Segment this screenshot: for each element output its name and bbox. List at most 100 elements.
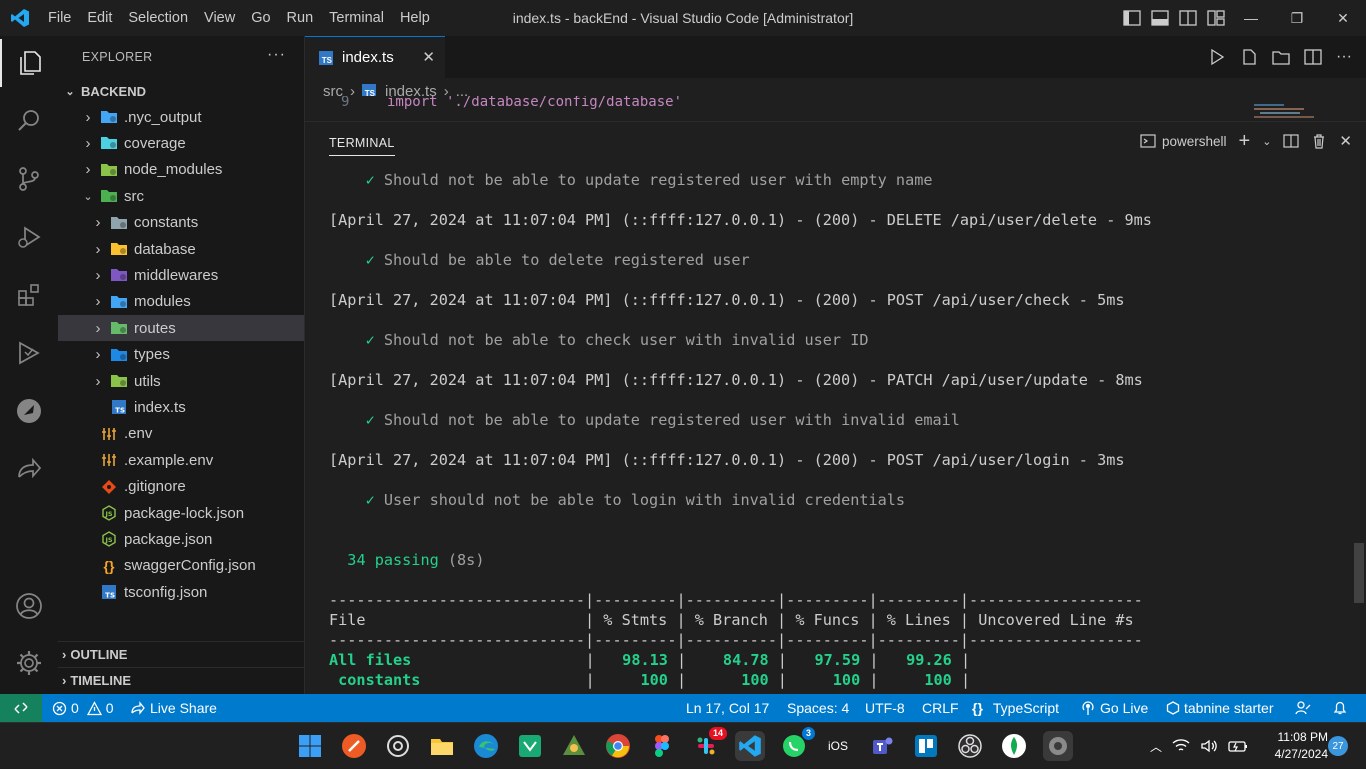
go-live-button[interactable]: Go Live (1080, 694, 1148, 722)
run-debug-icon[interactable] (0, 213, 58, 261)
terminal-scrollbar[interactable] (1354, 543, 1364, 603)
toggle-secondary-sidebar-icon[interactable] (1178, 8, 1198, 28)
menu-file[interactable]: File (40, 0, 79, 36)
notification-count-badge[interactable]: 27 (1328, 736, 1348, 756)
app-recycle-icon[interactable] (559, 731, 589, 761)
chevron-up-icon[interactable]: ︿ (1150, 738, 1162, 755)
explorer-item[interactable]: › modules (58, 289, 304, 315)
tab-terminal[interactable]: TERMINAL (329, 136, 395, 156)
live-share-icon[interactable] (0, 445, 58, 493)
workspace-root[interactable]: ⌄ BACKEND (58, 78, 304, 104)
explorer-item[interactable]: .example.env (58, 447, 304, 473)
wifi-icon[interactable] (1172, 738, 1190, 754)
new-file-icon[interactable] (1240, 48, 1258, 66)
explorer-item[interactable]: › routes (58, 315, 304, 342)
terminal-output[interactable]: ✓ Should not be able to update registere… (329, 170, 1349, 695)
explorer-item[interactable]: .gitignore (58, 474, 304, 500)
language-mode[interactable]: {} TypeScript (972, 694, 1059, 722)
close-window-icon[interactable]: ✕ (1320, 0, 1366, 36)
outline-section[interactable]: › OUTLINE (58, 641, 304, 667)
slack-icon[interactable]: 14 (691, 727, 727, 761)
explorer-item[interactable]: › node_modules (58, 157, 304, 183)
minimap[interactable] (1250, 100, 1340, 120)
vscode-taskbar-icon[interactable] (735, 731, 765, 761)
explorer-item[interactable]: › types (58, 342, 304, 368)
search-icon[interactable] (0, 97, 58, 145)
explorer-item[interactable]: › database (58, 236, 304, 262)
more-actions-icon[interactable]: ··· (267, 46, 286, 64)
toggle-panel-icon[interactable] (1150, 8, 1170, 28)
encoding[interactable]: UTF-8 (865, 694, 905, 722)
indentation[interactable]: Spaces: 4 (787, 694, 849, 722)
end-of-line[interactable]: CRLF (922, 694, 959, 722)
testing-icon[interactable] (0, 329, 58, 377)
taskbar-clock[interactable]: 11:08 PM 4/27/2024 (1258, 729, 1328, 763)
menu-edit[interactable]: Edit (79, 0, 120, 36)
run-code-icon[interactable] (1208, 48, 1226, 66)
manage-gear-icon[interactable] (0, 639, 58, 687)
new-terminal-icon[interactable]: + (1239, 131, 1251, 151)
explorer-item[interactable]: › .nyc_output (58, 104, 304, 130)
cursor-position[interactable]: Ln 17, Col 17 (686, 694, 769, 722)
shell-selector[interactable]: powershell (1140, 133, 1227, 149)
customize-layout-icon[interactable] (1206, 8, 1226, 28)
timeline-section[interactable]: › TIMELINE (58, 667, 304, 693)
file-explorer-icon[interactable] (427, 731, 457, 761)
minimize-icon[interactable]: — (1228, 0, 1274, 36)
chatgpt-icon[interactable] (383, 731, 413, 761)
open-folder-icon[interactable] (1272, 48, 1290, 66)
notifications-bell-icon[interactable] (1332, 694, 1348, 722)
menu-go[interactable]: Go (243, 0, 278, 36)
remote-explorer-icon[interactable] (0, 387, 58, 435)
extensions-icon[interactable] (0, 271, 58, 319)
problems-indicator[interactable]: 0 0 (52, 694, 114, 722)
source-control-icon[interactable] (0, 155, 58, 203)
teams-icon[interactable] (867, 731, 897, 761)
menu-help[interactable]: Help (392, 0, 438, 36)
menu-terminal[interactable]: Terminal (321, 0, 392, 36)
trello-icon[interactable] (911, 731, 941, 761)
windows-start-icon[interactable] (295, 731, 325, 761)
remote-indicator[interactable] (0, 694, 42, 722)
toggle-primary-sidebar-icon[interactable] (1122, 8, 1142, 28)
explorer-item[interactable]: TS tsconfig.json (58, 579, 304, 605)
explorer-item[interactable]: {} swaggerConfig.json (58, 553, 304, 579)
menu-view[interactable]: View (196, 0, 243, 36)
menu-run[interactable]: Run (279, 0, 322, 36)
explorer-item[interactable]: › utils (58, 368, 304, 394)
explorer-item[interactable]: ⌄ src (58, 183, 304, 209)
split-editor-icon[interactable] (1304, 48, 1322, 66)
tabnine-status[interactable]: tabnine starter (1166, 694, 1274, 722)
app-green-icon[interactable] (515, 731, 545, 761)
explorer-item[interactable]: › constants (58, 210, 304, 236)
explorer-item[interactable]: JS package-lock.json (58, 500, 304, 526)
battery-icon[interactable] (1228, 738, 1248, 754)
editor-code-peek[interactable]: 9 import './database/config/database' (305, 96, 1366, 120)
mongodb-compass-icon[interactable] (999, 731, 1029, 761)
more-actions-icon[interactable]: ··· (1336, 48, 1352, 66)
explorer-item[interactable]: TS index.ts (58, 394, 304, 420)
chevron-down-icon[interactable]: ⌄ (1262, 135, 1271, 148)
explorer-item[interactable]: › coverage (58, 130, 304, 156)
explorer-item[interactable]: JS package.json (58, 526, 304, 552)
menu-selection[interactable]: Selection (120, 0, 196, 36)
ios-app-icon[interactable]: iOS (823, 731, 853, 761)
settings-app-icon[interactable] (1043, 731, 1073, 761)
chrome-icon[interactable] (603, 731, 633, 761)
obs-icon[interactable] (955, 731, 985, 761)
explorer-item[interactable]: › middlewares (58, 262, 304, 288)
accounts-icon[interactable] (0, 582, 58, 630)
whatsapp-icon[interactable]: 3 (779, 727, 815, 761)
postman-icon[interactable] (339, 731, 369, 761)
live-share-button[interactable]: Live Share (130, 694, 217, 722)
trash-icon[interactable] (1311, 133, 1327, 149)
edge-icon[interactable] (471, 731, 501, 761)
volume-icon[interactable] (1200, 738, 1218, 754)
explorer-icon[interactable] (0, 39, 58, 87)
explorer-item[interactable]: .env (58, 421, 304, 447)
close-panel-icon[interactable]: ✕ (1339, 132, 1352, 150)
close-tab-icon[interactable]: ✕ (422, 48, 435, 66)
split-terminal-icon[interactable] (1283, 133, 1300, 149)
tab-index-ts[interactable]: TS index.ts ✕ (305, 36, 445, 78)
figma-icon[interactable] (647, 731, 677, 761)
